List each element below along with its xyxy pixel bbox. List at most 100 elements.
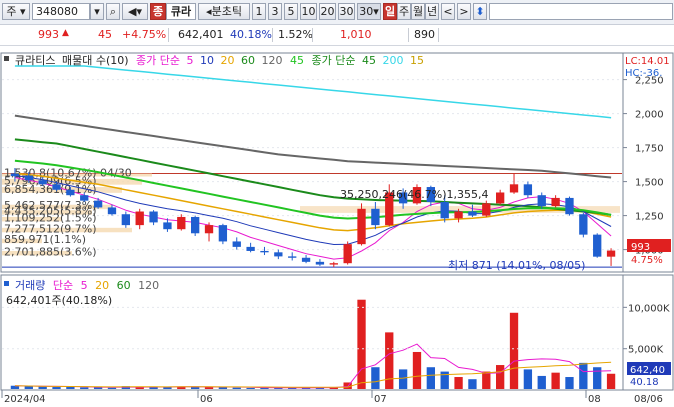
- search-icon[interactable]: ⌕: [106, 3, 120, 20]
- candle-body: [10, 173, 20, 177]
- volume-bar: [38, 386, 47, 389]
- hc-label: HC:-36.: [625, 68, 662, 79]
- candle-body: [218, 225, 228, 242]
- price-tick-label: 1,500: [635, 178, 664, 189]
- interval-3-button[interactable]: 3: [268, 3, 282, 20]
- volume-bar: [496, 365, 505, 389]
- divider: [168, 28, 169, 42]
- volume-bar: [398, 369, 408, 389]
- price-pane[interactable]: [0, 52, 624, 273]
- current-pct-label: 4.75%: [631, 255, 663, 266]
- range-day-button[interactable]: 일: [383, 3, 397, 20]
- extra-value: 890: [414, 28, 435, 41]
- candle-body: [537, 195, 546, 207]
- volume-bar: [218, 387, 228, 389]
- candle-body: [468, 211, 477, 216]
- candle-body: [482, 203, 491, 216]
- current-price: 993: [38, 28, 59, 41]
- candle-body: [593, 234, 602, 257]
- date-label: 07: [374, 394, 387, 405]
- candle-body: [343, 244, 352, 264]
- stock-name-field[interactable]: 큐라: [166, 3, 196, 20]
- profile-label: 859,971(1.1%): [4, 233, 86, 246]
- toolbar: 주 ▾ 348080 ▾ ⌕ ◀▾ 종 큐라 ◂분초틱 1 3 5 10 20 …: [0, 0, 674, 25]
- volume-bar: [232, 387, 241, 389]
- candle-body: [315, 261, 325, 265]
- volume-bar: [551, 372, 560, 389]
- scroll-updown-icon[interactable]: ⬍: [473, 3, 487, 20]
- legend-stock-name: 큐라티스: [15, 54, 55, 67]
- candle-body: [260, 250, 269, 253]
- nav-next-icon[interactable]: >: [457, 3, 471, 20]
- legend-ma-label: 종가 단순: [136, 54, 180, 67]
- date-label: 08/06: [634, 394, 663, 405]
- volume-bar: [606, 373, 616, 389]
- volume-bar: [537, 375, 546, 389]
- legend-indicator: 매물대 수(10): [62, 54, 129, 67]
- toolbar-blank-field[interactable]: [489, 3, 673, 20]
- mid-profile-label: 35,250,246(46.7%)1,355,4: [340, 188, 489, 201]
- volume-bar: [579, 362, 588, 389]
- candle-body: [371, 208, 380, 226]
- stock-chart[interactable]: 1,530,8(10.67%) 04/305,796,509(6.5%)6,85…: [0, 46, 674, 407]
- range-year-button[interactable]: 년: [425, 3, 439, 20]
- date-label: 2024/04: [4, 394, 46, 405]
- volume-bar: [52, 387, 61, 389]
- volume-bar: [357, 299, 366, 389]
- volume-value: 642,401: [178, 28, 224, 41]
- interval-1-button[interactable]: 1: [252, 3, 266, 20]
- date-label: 06: [200, 394, 213, 405]
- price-change: 45: [98, 28, 112, 41]
- candle-body: [232, 241, 241, 247]
- candle-body: [496, 192, 505, 204]
- date-label: 08: [588, 394, 601, 405]
- code-dropdown-button[interactable]: ▾: [90, 3, 104, 20]
- interval-20-button[interactable]: 20: [319, 3, 336, 20]
- price-tick-label: 1,250: [635, 212, 664, 223]
- candle-body: [38, 180, 47, 185]
- volume-bar: [454, 377, 463, 389]
- date-axis: 2024/04 06 07 08 08/06: [1, 390, 663, 405]
- candle-body: [121, 214, 130, 226]
- lc-label: LC:14.01: [625, 56, 670, 67]
- volume-legend-title: 거래량: [15, 279, 45, 292]
- volume-bar: [163, 387, 172, 389]
- range-week-button[interactable]: 주: [397, 3, 411, 20]
- speaker-icon[interactable]: ◀▾: [122, 3, 148, 20]
- interval-5-button[interactable]: 5: [284, 3, 298, 20]
- candle-body: [52, 184, 61, 190]
- candle-body: [149, 211, 158, 223]
- divider: [438, 28, 439, 42]
- candle-body: [329, 263, 338, 265]
- turnover-rate: 1.52%: [278, 28, 313, 41]
- stock-code-value: 348080: [36, 5, 78, 18]
- interval-10-button[interactable]: 10: [300, 3, 317, 20]
- interval-30-button[interactable]: 30: [338, 3, 355, 20]
- volume-bar: [482, 371, 491, 389]
- volume-current-tag-label: 642,40: [630, 365, 665, 376]
- nav-prev-icon[interactable]: <: [441, 3, 455, 20]
- up-arrow-icon: ▲: [62, 28, 69, 38]
- period-select[interactable]: 주 ▾: [2, 3, 30, 20]
- tick-toggle-button[interactable]: ◂분초틱: [198, 3, 250, 20]
- candle-body: [440, 202, 449, 219]
- range-month-button[interactable]: 월: [411, 3, 425, 20]
- candle-body: [107, 207, 117, 215]
- volume-ratio: 40.18%: [230, 28, 272, 41]
- profile-label: 2,701,885(3.6%): [4, 245, 97, 258]
- volume-bar: [565, 377, 574, 389]
- candle-body: [93, 200, 103, 208]
- period-select-label: 주: [6, 5, 17, 18]
- candle-body: [204, 225, 214, 234]
- volume-bar: [371, 367, 380, 389]
- stock-code-input[interactable]: 348080: [32, 3, 90, 20]
- candle-body: [579, 214, 588, 235]
- price-change-pct: +4.75%: [122, 28, 167, 41]
- prev-value: 1,010: [340, 28, 372, 41]
- current-price-tag-label: 993: [631, 242, 650, 253]
- volume-bar: [66, 386, 75, 389]
- interval-select[interactable]: 30▾: [357, 3, 381, 20]
- volume-bar: [523, 369, 533, 389]
- low-marker-label: 최저 871 (14.01%, 08/05): [448, 259, 585, 272]
- candle-body: [66, 189, 75, 196]
